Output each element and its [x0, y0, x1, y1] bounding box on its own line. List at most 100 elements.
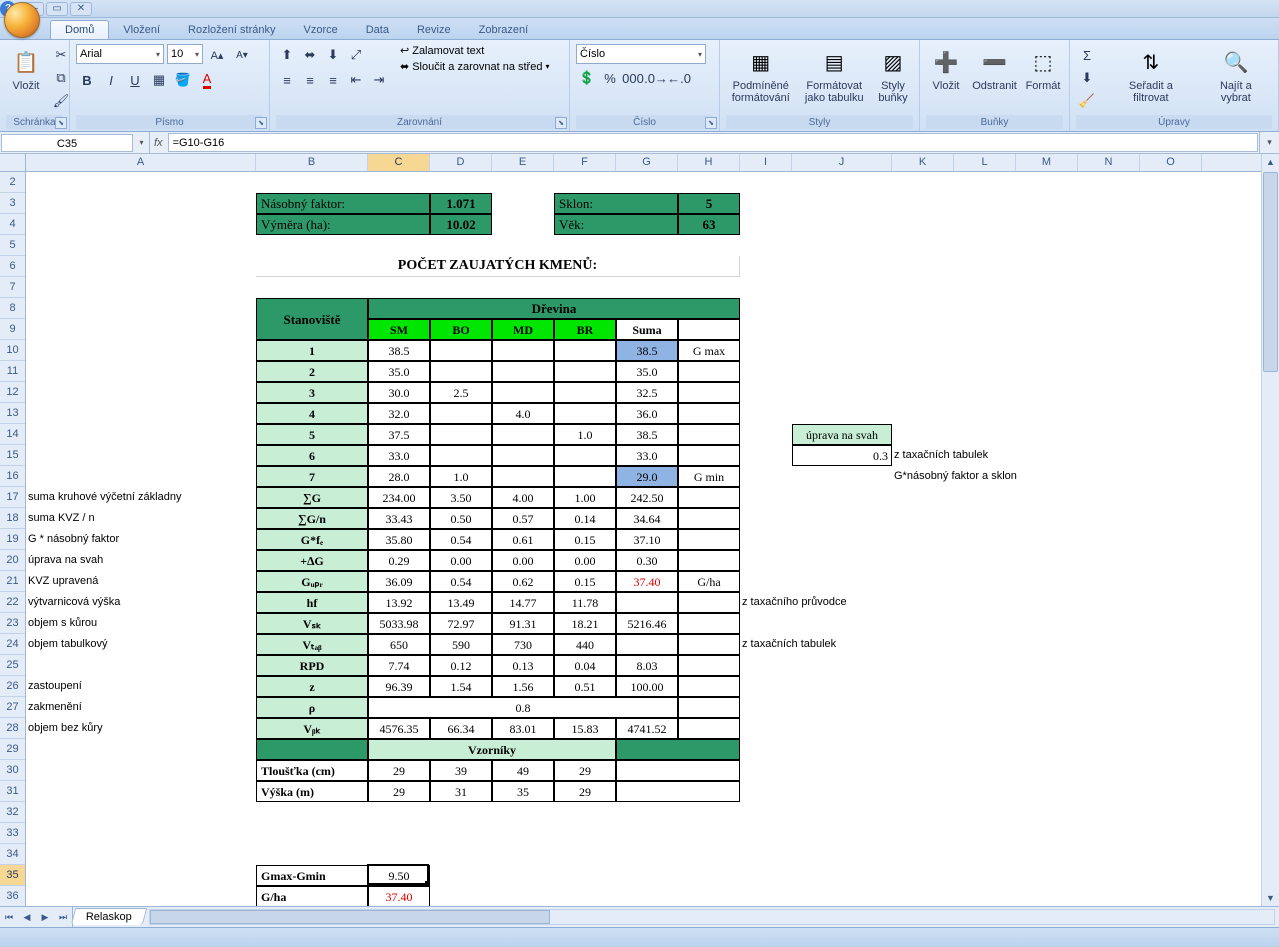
comma-button[interactable]: 000 [622, 67, 644, 89]
cell-E16[interactable] [492, 466, 554, 487]
row-header-29[interactable]: 29 [0, 739, 25, 760]
cell-B36[interactable]: G/ha [256, 886, 368, 906]
cell-C23[interactable]: 5033.98 [368, 613, 430, 634]
cell-A27[interactable]: zakmenění [26, 697, 256, 718]
cell-E10[interactable] [492, 340, 554, 361]
cell-H18[interactable] [678, 508, 740, 529]
inc-decimal-button[interactable]: .0→ [645, 67, 667, 89]
cell-E15[interactable] [492, 445, 554, 466]
cell-H26[interactable] [678, 676, 740, 697]
format-table-button[interactable]: ▤Formátovat jako tabulku [800, 44, 870, 106]
cell-B3[interactable]: Násobný faktor: [256, 193, 430, 214]
row-header-30[interactable]: 30 [0, 760, 25, 781]
cell-H13[interactable] [678, 403, 740, 424]
row-header-25[interactable]: 25 [0, 655, 25, 676]
cell-D15[interactable] [430, 445, 492, 466]
cell-B22[interactable]: hf [256, 592, 368, 613]
cell-J15[interactable]: 0.3 [792, 445, 892, 466]
cell-A28[interactable]: objem bez kůry [26, 718, 256, 739]
cell-E19[interactable]: 0.61 [492, 529, 554, 550]
restore-button[interactable]: ▭ [46, 2, 68, 16]
scroll-thumb[interactable] [1263, 172, 1278, 372]
cell-G26[interactable]: 100.00 [616, 676, 678, 697]
cell-B27[interactable]: ρ [256, 697, 368, 718]
cell-E20[interactable]: 0.00 [492, 550, 554, 571]
cell-E14[interactable] [492, 424, 554, 445]
sheet-nav-next[interactable]: ▶ [36, 907, 54, 927]
cell-B8[interactable]: Stanoviště [256, 298, 368, 340]
copy-button[interactable]: ⧉ [50, 67, 72, 89]
cell-F14[interactable]: 1.0 [554, 424, 616, 445]
tab-home[interactable]: Domů [50, 20, 109, 39]
row-header-31[interactable]: 31 [0, 781, 25, 802]
col-header-L[interactable]: L [954, 154, 1016, 171]
row-header-22[interactable]: 22 [0, 592, 25, 613]
cell-H16[interactable]: G min [678, 466, 740, 487]
cell-H23[interactable] [678, 613, 740, 634]
cell-F22[interactable]: 11.78 [554, 592, 616, 613]
cell-B28[interactable]: Vᵦₖ [256, 718, 368, 739]
cell-G19[interactable]: 37.10 [616, 529, 678, 550]
col-header-K[interactable]: K [892, 154, 954, 171]
tab-view[interactable]: Zobrazení [465, 21, 543, 39]
row-header-27[interactable]: 27 [0, 697, 25, 718]
cell-H3[interactable]: 5 [678, 193, 740, 214]
cell-C24[interactable]: 650 [368, 634, 430, 655]
cell-D22[interactable]: 13.49 [430, 592, 492, 613]
cell-A23[interactable]: objem s kůrou [26, 613, 256, 634]
grid[interactable]: ABCDEFGHIJKLMNO 234567891011121314151617… [0, 154, 1279, 906]
column-headers[interactable]: ABCDEFGHIJKLMNO [26, 154, 1261, 172]
cell-C16[interactable]: 28.0 [368, 466, 430, 487]
row-header-18[interactable]: 18 [0, 508, 25, 529]
cell-D17[interactable]: 3.50 [430, 487, 492, 508]
row-header-7[interactable]: 7 [0, 277, 25, 298]
name-box[interactable]: C35 ▾ [0, 132, 150, 153]
cell-B12[interactable]: 3 [256, 382, 368, 403]
tab-insert[interactable]: Vložení [109, 21, 174, 39]
cell-D11[interactable] [430, 361, 492, 382]
cell-C15[interactable]: 33.0 [368, 445, 430, 466]
font-size-combo[interactable]: 10▾ [167, 44, 203, 64]
indent-inc-button[interactable]: ⇥ [368, 69, 390, 91]
formula-expand[interactable]: ▾ [1259, 132, 1279, 153]
cell-G10[interactable]: 38.5 [616, 340, 678, 361]
cell-G13[interactable]: 36.0 [616, 403, 678, 424]
cell-F18[interactable]: 0.14 [554, 508, 616, 529]
cell-E21[interactable]: 0.62 [492, 571, 554, 592]
vertical-scrollbar[interactable]: ▲ ▼ [1261, 154, 1279, 906]
cell-D28[interactable]: 66.34 [430, 718, 492, 739]
number-launcher[interactable]: ⬊ [705, 117, 717, 129]
autosum-button[interactable]: Σ [1076, 44, 1098, 66]
cell-E22[interactable]: 14.77 [492, 592, 554, 613]
row-header-13[interactable]: 13 [0, 403, 25, 424]
fx-icon[interactable]: fx [154, 137, 163, 149]
cell-C20[interactable]: 0.29 [368, 550, 430, 571]
row-header-24[interactable]: 24 [0, 634, 25, 655]
row-header-36[interactable]: 36 [0, 886, 25, 906]
cell-C28[interactable]: 4576.35 [368, 718, 430, 739]
row-headers[interactable]: 2345678910111213141516171819202122232425… [0, 172, 26, 906]
cell-H12[interactable] [678, 382, 740, 403]
row-header-23[interactable]: 23 [0, 613, 25, 634]
cell-D3[interactable]: 1.071 [430, 193, 492, 214]
cell-B30[interactable]: Tloušťka (cm) [256, 760, 368, 781]
cell-H27[interactable] [678, 697, 740, 718]
row-header-14[interactable]: 14 [0, 424, 25, 445]
cell-F17[interactable]: 1.00 [554, 487, 616, 508]
cell-B23[interactable]: Vₛₖ [256, 613, 368, 634]
cell-B18[interactable]: ∑G/n [256, 508, 368, 529]
cell-G31[interactable] [616, 781, 740, 802]
col-header-D[interactable]: D [430, 154, 492, 171]
cell-D19[interactable]: 0.54 [430, 529, 492, 550]
cell-H17[interactable] [678, 487, 740, 508]
cell-C13[interactable]: 32.0 [368, 403, 430, 424]
cell-D26[interactable]: 1.54 [430, 676, 492, 697]
cell-G23[interactable]: 5216.46 [616, 613, 678, 634]
sheet-nav-first[interactable]: ⏮ [0, 907, 18, 927]
cell-B15[interactable]: 6 [256, 445, 368, 466]
cell-E13[interactable]: 4.0 [492, 403, 554, 424]
cell-B11[interactable]: 2 [256, 361, 368, 382]
cell-G11[interactable]: 35.0 [616, 361, 678, 382]
shrink-font-button[interactable]: A▾ [231, 44, 253, 66]
cell-C29[interactable]: Vzorníky [368, 739, 616, 760]
